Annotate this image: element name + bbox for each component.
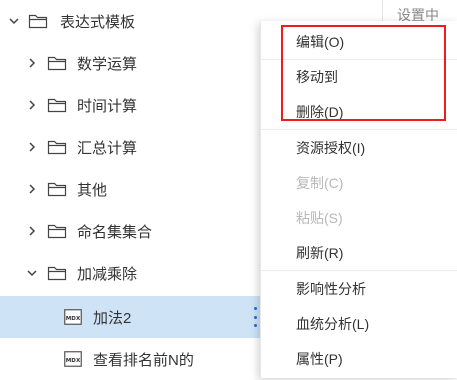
tree-node-label: 数学运算 xyxy=(77,55,138,73)
mdx-file-icon: MDX xyxy=(64,308,82,326)
menu-item-move-to[interactable]: 移动到 xyxy=(261,60,457,93)
tree-node-label: 加减乘除 xyxy=(77,265,138,283)
folder-icon xyxy=(47,181,67,197)
tree-node-label: 命名集集合 xyxy=(77,223,153,241)
menu-item-lineage-analysis[interactable]: 血统分析(L) xyxy=(261,307,457,340)
menu-item-paste[interactable]: 粘贴(S) xyxy=(261,201,457,234)
chevron-right-icon[interactable] xyxy=(26,225,38,237)
chevron-right-icon[interactable] xyxy=(26,183,38,195)
menu-item-properties[interactable]: 属性(P) xyxy=(261,342,457,375)
context-menu: 编辑(O) 移动到 删除(D) 资源授权(I) 复制(C) 粘贴(S) 刷新(R… xyxy=(260,21,457,378)
menu-item-delete[interactable]: 删除(D) xyxy=(261,95,457,128)
chevron-right-icon[interactable] xyxy=(26,141,38,153)
chevron-down-icon[interactable] xyxy=(8,15,20,27)
svg-text:MDX: MDX xyxy=(66,358,81,364)
folder-icon xyxy=(47,97,67,113)
svg-text:MDX: MDX xyxy=(66,316,81,322)
folder-icon xyxy=(47,265,67,281)
chevron-down-icon[interactable] xyxy=(26,267,38,279)
menu-item-resource-auth[interactable]: 资源授权(I) xyxy=(261,131,457,164)
folder-icon xyxy=(47,139,67,155)
chevron-right-icon[interactable] xyxy=(26,57,38,69)
tree-node-label: 汇总计算 xyxy=(77,139,138,157)
chevron-right-icon[interactable] xyxy=(26,99,38,111)
tree-node-label: 查看排名前N的 xyxy=(93,351,194,369)
tree-node-label: 其他 xyxy=(77,181,108,199)
tree-node-label: 时间计算 xyxy=(77,97,138,115)
menu-divider xyxy=(261,270,457,271)
menu-item-copy[interactable]: 复制(C) xyxy=(261,166,457,199)
tree-node-label: 加法2 xyxy=(93,309,132,327)
mdx-file-icon: MDX xyxy=(64,350,82,368)
menu-divider xyxy=(261,129,457,130)
menu-item-refresh[interactable]: 刷新(R) xyxy=(261,236,457,269)
folder-icon xyxy=(47,55,67,71)
more-options-icon[interactable] xyxy=(252,307,258,327)
folder-icon xyxy=(47,223,67,239)
menu-item-impact-analysis[interactable]: 影响性分析 xyxy=(261,272,457,305)
menu-item-edit[interactable]: 编辑(O) xyxy=(261,25,457,58)
folder-icon xyxy=(28,13,48,29)
tree-node-label: 表达式模板 xyxy=(60,13,136,31)
